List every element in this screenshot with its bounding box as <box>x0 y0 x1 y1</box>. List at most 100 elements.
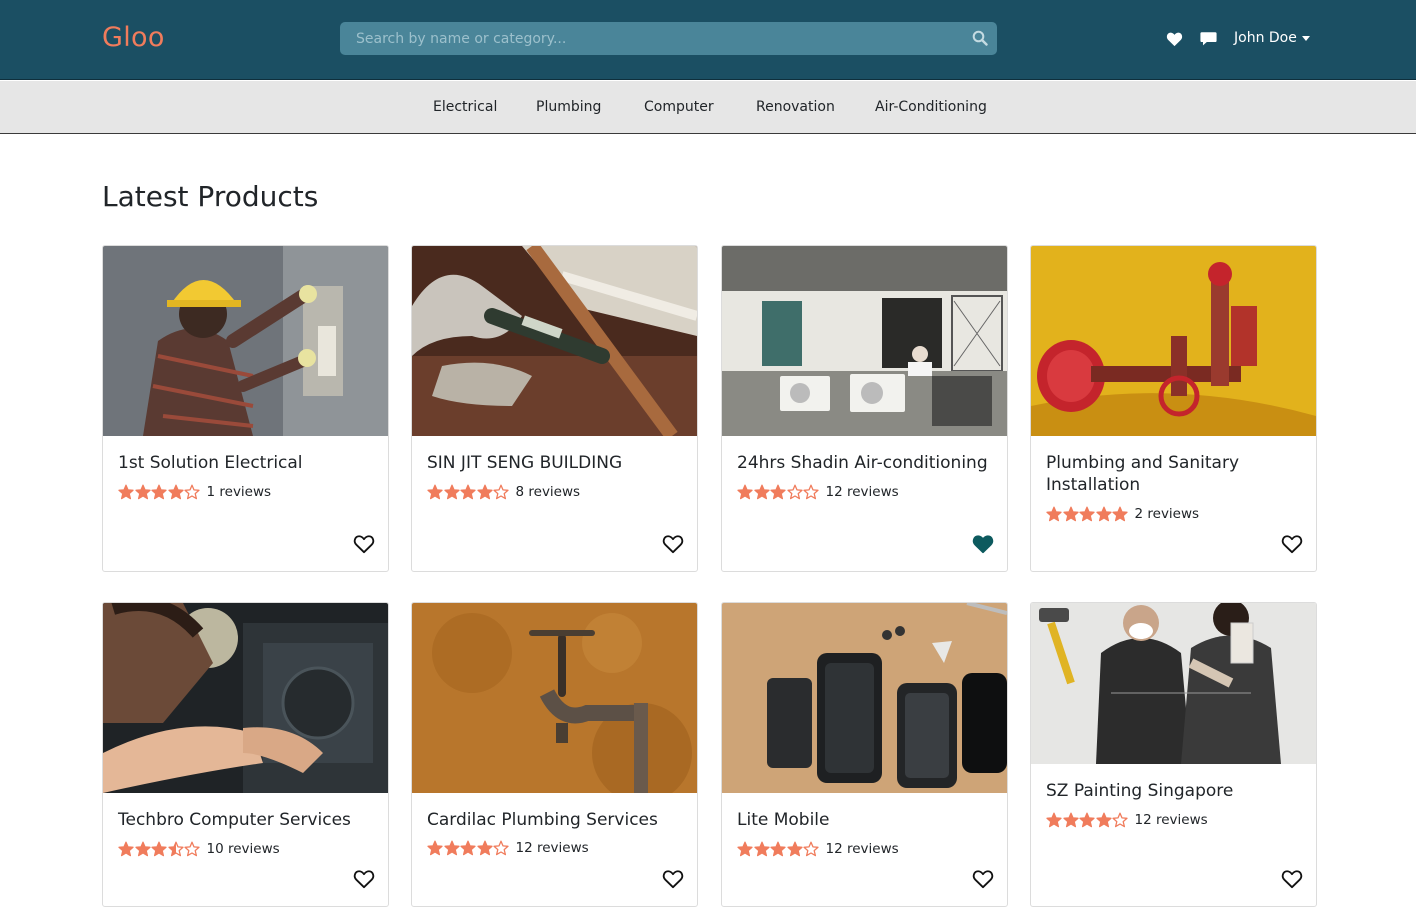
category-nav: Electrical Plumbing Computer Renovation … <box>0 81 1416 134</box>
star-full-icon <box>151 484 167 500</box>
product-title[interactable]: Lite Mobile <box>737 809 997 831</box>
review-count: 2 reviews <box>1134 506 1200 522</box>
star-full-icon <box>786 841 803 857</box>
favorite-heart-icon[interactable] <box>1281 534 1303 554</box>
category-link-electrical[interactable]: Electrical <box>433 99 497 115</box>
review-count: 10 reviews <box>206 841 280 857</box>
category-link-air-conditioning[interactable]: Air-Conditioning <box>875 99 987 115</box>
star-empty-icon <box>493 484 509 500</box>
star-rating <box>1046 812 1129 828</box>
star-full-icon <box>118 841 134 857</box>
search-bar <box>340 22 997 55</box>
product-card[interactable]: Lite Mobile 12 reviews <box>721 602 1008 907</box>
star-full-icon <box>476 484 493 500</box>
review-count: 8 reviews <box>515 484 581 500</box>
brand-logo[interactable]: Gloo <box>102 22 165 53</box>
product-rating: 12 reviews <box>737 484 899 500</box>
star-empty-icon <box>493 840 509 856</box>
star-rating <box>118 841 201 857</box>
product-card[interactable]: SIN JIT SENG BUILDING 8 reviews <box>411 245 698 572</box>
star-full-icon <box>443 484 460 500</box>
star-full-icon <box>443 840 460 856</box>
product-title[interactable]: Plumbing and Sanitary Installation <box>1046 452 1306 496</box>
heart-icon[interactable] <box>1166 31 1183 47</box>
chevron-down-icon <box>1301 35 1310 41</box>
star-rating <box>427 484 510 500</box>
star-empty-icon <box>803 841 819 857</box>
star-full-icon <box>1046 506 1062 522</box>
product-card[interactable]: 24hrs Shadin Air-conditioning 12 reviews <box>721 245 1008 572</box>
star-full-icon <box>460 840 476 856</box>
product-image-caulking[interactable] <box>412 246 697 436</box>
star-full-icon <box>134 484 151 500</box>
star-full-icon <box>1062 812 1079 828</box>
star-full-icon <box>1079 812 1095 828</box>
favorite-heart-icon[interactable] <box>353 534 375 554</box>
user-menu[interactable]: John Doe <box>1234 30 1310 46</box>
category-link-renovation[interactable]: Renovation <box>756 99 835 115</box>
product-title[interactable]: Techbro Computer Services <box>118 809 378 831</box>
star-full-icon <box>167 484 184 500</box>
star-full-icon <box>427 484 443 500</box>
top-navbar: Gloo John Doe <box>0 0 1416 80</box>
star-full-icon <box>460 484 476 500</box>
product-image-pipes[interactable] <box>1031 246 1316 436</box>
favorite-heart-icon[interactable] <box>353 869 375 889</box>
favorite-heart-icon[interactable] <box>662 869 684 889</box>
product-title[interactable]: 24hrs Shadin Air-conditioning <box>737 452 997 474</box>
star-empty-icon <box>786 484 803 500</box>
product-rating: 12 reviews <box>737 841 899 857</box>
star-full-icon <box>476 840 493 856</box>
star-full-icon <box>770 484 786 500</box>
product-image-aircon-building[interactable] <box>722 246 1007 436</box>
product-card[interactable]: 1st Solution Electrical 1 reviews <box>102 245 389 572</box>
star-full-icon <box>737 484 753 500</box>
category-link-plumbing[interactable]: Plumbing <box>536 99 601 115</box>
product-title[interactable]: SZ Painting Singapore <box>1046 780 1306 802</box>
search-icon[interactable] <box>972 30 988 46</box>
review-count: 12 reviews <box>825 841 899 857</box>
product-image-electrician[interactable] <box>103 246 388 436</box>
star-full-icon <box>1095 812 1112 828</box>
star-half-icon <box>167 841 184 857</box>
star-full-icon <box>1062 506 1079 522</box>
product-card[interactable]: SZ Painting Singapore 12 reviews <box>1030 602 1317 907</box>
star-full-icon <box>118 484 134 500</box>
product-card[interactable]: Cardilac Plumbing Services 12 reviews <box>411 602 698 907</box>
product-image-phone-repair[interactable] <box>722 603 1007 793</box>
product-image-faucet[interactable] <box>412 603 697 793</box>
review-count: 12 reviews <box>515 840 589 856</box>
favorite-heart-icon[interactable] <box>1281 869 1303 889</box>
star-full-icon <box>134 841 151 857</box>
star-empty-icon <box>803 484 819 500</box>
page-title: Latest Products <box>102 180 319 213</box>
chat-icon[interactable] <box>1200 31 1217 47</box>
star-full-icon <box>1095 506 1112 522</box>
star-full-icon <box>737 841 753 857</box>
review-count: 12 reviews <box>1134 812 1208 828</box>
star-full-icon <box>1079 506 1095 522</box>
user-name: John Doe <box>1234 30 1297 46</box>
favorite-heart-icon[interactable] <box>972 534 994 554</box>
favorite-heart-icon[interactable] <box>662 534 684 554</box>
product-title[interactable]: SIN JIT SENG BUILDING <box>427 452 687 474</box>
star-rating <box>737 484 820 500</box>
star-empty-icon <box>1112 812 1128 828</box>
star-full-icon <box>427 840 443 856</box>
favorite-heart-icon[interactable] <box>972 869 994 889</box>
star-empty-icon <box>184 484 200 500</box>
product-rating: 12 reviews <box>427 840 589 856</box>
product-image-painters[interactable] <box>1031 603 1316 764</box>
search-input[interactable] <box>340 22 960 55</box>
product-rating: 1 reviews <box>118 484 271 500</box>
product-title[interactable]: Cardilac Plumbing Services <box>427 809 687 831</box>
product-card[interactable]: Plumbing and Sanitary Installation 2 rev… <box>1030 245 1317 572</box>
category-link-computer[interactable]: Computer <box>644 99 714 115</box>
product-card[interactable]: Techbro Computer Services 10 reviews <box>102 602 389 907</box>
product-image-computer-repair[interactable] <box>103 603 388 793</box>
product-rating: 8 reviews <box>427 484 580 500</box>
review-count: 12 reviews <box>825 484 899 500</box>
star-full-icon <box>1112 506 1128 522</box>
product-rating: 12 reviews <box>1046 812 1208 828</box>
product-title[interactable]: 1st Solution Electrical <box>118 452 378 474</box>
